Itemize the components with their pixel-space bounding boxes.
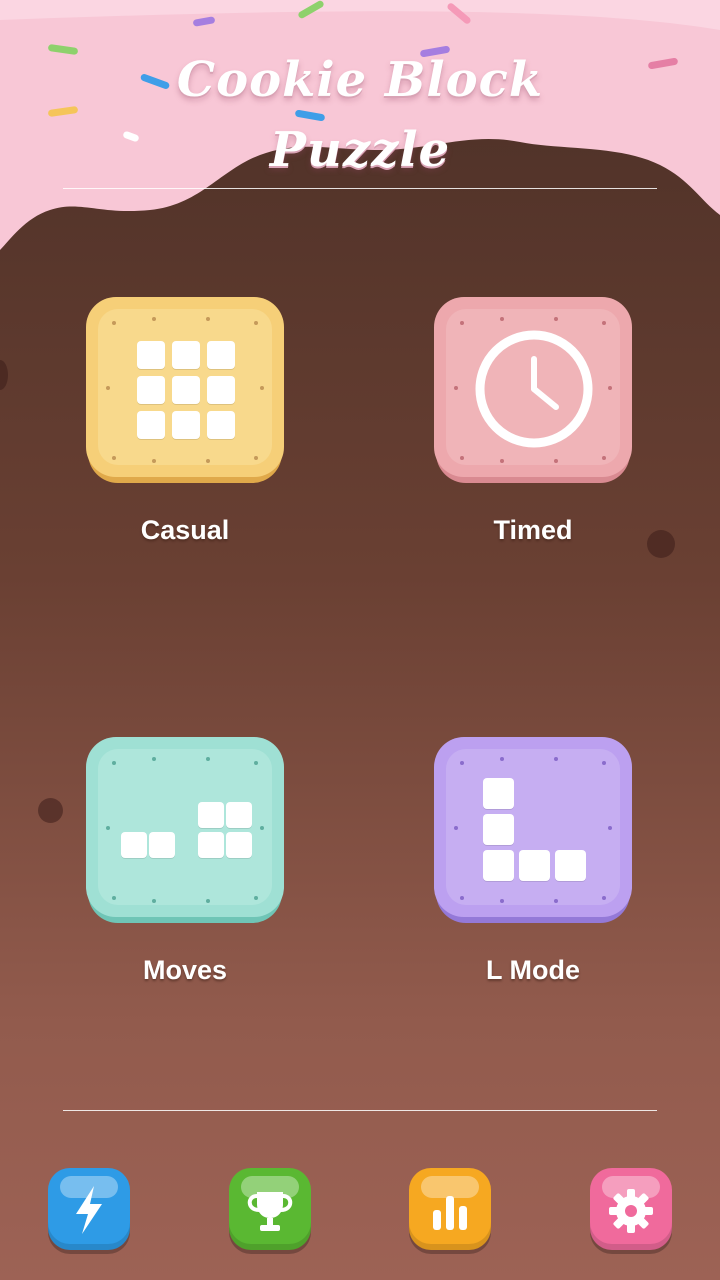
cookie-pink: [434, 297, 632, 483]
grid-3x3-icon-cell: [137, 411, 165, 439]
background-bubble: [38, 798, 63, 823]
mode-timed-button[interactable]: [428, 293, 638, 488]
gear-icon: [609, 1189, 653, 1233]
trophy-button[interactable]: [229, 1168, 311, 1250]
mode-moves-label[interactable]: Moves: [55, 955, 315, 986]
grid-3x3-icon-cell: [172, 376, 200, 404]
grid-3x3-icon-cell: [172, 341, 200, 369]
bar-chart-icon: [433, 1196, 467, 1230]
cookie-mint: [86, 737, 284, 923]
top-divider: [63, 188, 657, 189]
grid-3x3-icon-cell: [172, 411, 200, 439]
game-title-line1: Cookie Block: [176, 52, 544, 108]
mode-casual-button[interactable]: [80, 293, 290, 488]
grid-3x3-icon: [137, 341, 165, 369]
mode-l-mode-button[interactable]: [428, 733, 638, 928]
mode-moves-button[interactable]: [80, 733, 290, 928]
blocks-icon-cell: [226, 832, 252, 858]
boost-button[interactable]: [48, 1168, 130, 1250]
settings-button[interactable]: [590, 1168, 672, 1250]
l-shape-icon: [483, 778, 514, 809]
cookie-lavender: [434, 737, 632, 923]
trophy-icon: [247, 1192, 293, 1231]
grid-3x3-icon-cell: [207, 411, 235, 439]
bottom-divider: [63, 1110, 657, 1111]
game-title-line2: Puzzle: [269, 122, 451, 178]
blocks-icon-cell: [149, 832, 175, 858]
mode-l-mode-label[interactable]: L Mode: [403, 955, 663, 986]
mode-casual-label[interactable]: Casual: [55, 515, 315, 546]
blocks-icon: [121, 832, 147, 858]
blocks-icon-cell: [198, 802, 224, 828]
l-shape-icon-cell: [483, 850, 514, 881]
l-shape-icon-cell: [483, 814, 514, 845]
background-bubble: [0, 360, 8, 390]
grid-3x3-icon-cell: [207, 341, 235, 369]
stats-button[interactable]: [409, 1168, 491, 1250]
mode-timed-label[interactable]: Timed: [403, 515, 663, 546]
blocks-icon-cell: [226, 802, 252, 828]
blocks-icon-cell: [198, 832, 224, 858]
l-shape-icon-cell: [519, 850, 550, 881]
grid-3x3-icon-cell: [207, 376, 235, 404]
l-shape-icon-cell: [555, 850, 586, 881]
grid-3x3-icon-cell: [137, 376, 165, 404]
lightning-icon: [76, 1186, 102, 1234]
